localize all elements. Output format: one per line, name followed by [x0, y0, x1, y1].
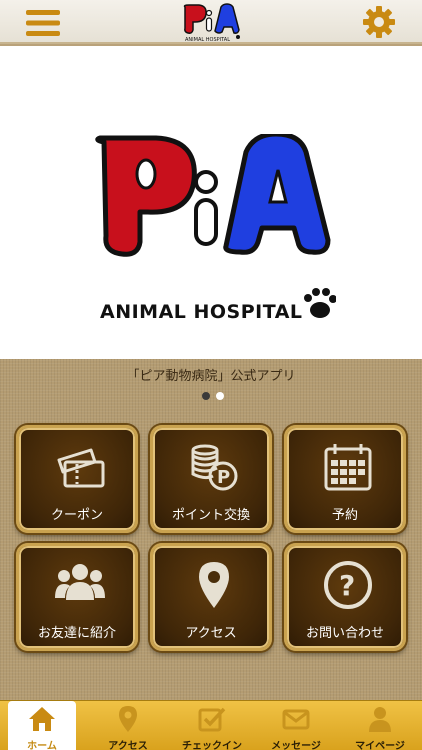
nav-home[interactable]: ホーム	[8, 701, 76, 750]
tile-points[interactable]: P ポイント交換	[150, 425, 272, 533]
envelope-icon	[282, 709, 310, 730]
carousel-dot-active[interactable]	[202, 392, 210, 400]
ticket-icon	[57, 448, 105, 488]
app-header: ANIMAL HOSPITAL	[0, 0, 422, 44]
nav-checkin[interactable]: チェックイン	[170, 701, 254, 750]
tile-label: アクセス	[185, 626, 237, 641]
nav-label: ホーム	[27, 741, 57, 750]
bottom-nav: ホーム アクセス チェックイン メッセージ マイページ	[0, 700, 422, 750]
header-logo-sub: ANIMAL HOSPITAL	[185, 37, 230, 43]
map-pin-icon	[199, 562, 229, 608]
gear-icon[interactable]	[362, 5, 396, 39]
nav-mypage[interactable]: マイページ	[338, 701, 422, 750]
tile-access[interactable]: アクセス	[150, 543, 272, 651]
calendar-icon	[324, 444, 372, 491]
tile-label: お友達に紹介	[37, 626, 116, 641]
nav-label: マイページ	[355, 741, 405, 750]
svg-text:P: P	[217, 467, 230, 488]
hamburger-menu-icon[interactable]	[26, 10, 60, 36]
hero-banner[interactable]: ANIMAL HOSPITAL	[0, 46, 422, 359]
tile-refer-friend[interactable]: お友達に紹介	[16, 543, 138, 651]
tile-reservation[interactable]: 予約	[284, 425, 406, 533]
people-icon	[55, 564, 105, 600]
app-tagline: 「ピア動物病院」公式アプリ	[126, 369, 296, 384]
map-pin-icon	[119, 706, 137, 732]
hero-logo-sub: ANIMAL HOSPITAL	[100, 301, 303, 323]
nav-label: チェックイン	[182, 741, 242, 750]
person-icon	[369, 707, 391, 732]
nav-label: メッセージ	[271, 741, 321, 750]
carousel-dot[interactable]	[216, 392, 224, 400]
question-icon: ?	[324, 561, 372, 609]
carousel-dots	[202, 392, 224, 400]
nav-label: アクセス	[108, 741, 148, 750]
pia-logo: ANIMAL HOSPITAL	[95, 134, 336, 323]
nav-access[interactable]: アクセス	[86, 701, 170, 750]
tile-label: お問い合わせ	[305, 626, 384, 641]
checkin-icon	[198, 707, 226, 732]
tile-label: クーポン	[50, 508, 103, 523]
coins-icon: P	[191, 444, 238, 491]
svg-text:?: ?	[339, 569, 355, 602]
nav-message[interactable]: メッセージ	[254, 701, 338, 750]
header-logo: ANIMAL HOSPITAL	[183, 3, 240, 43]
tile-label: ポイント交換	[171, 508, 250, 523]
tile-label: 予約	[331, 508, 358, 523]
home-icon	[29, 707, 55, 731]
tile-coupon[interactable]: クーポン	[16, 425, 138, 533]
tile-contact[interactable]: ? お問い合わせ	[284, 543, 406, 651]
